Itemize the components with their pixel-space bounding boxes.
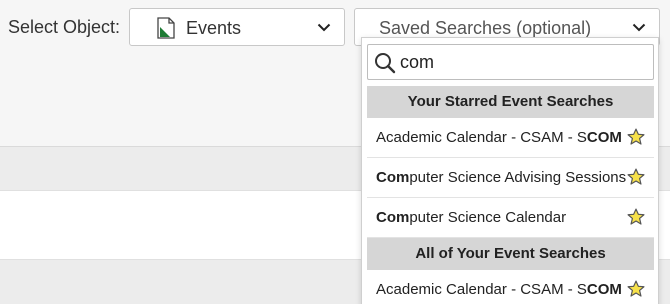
item-text-match: COM [586, 281, 622, 298]
item-text-match: Com [376, 209, 410, 226]
item-text-post: puter Science Advising Sessions [409, 169, 627, 186]
saved-searches-placeholder: Saved Searches (optional) [379, 18, 592, 38]
group-header-starred: Your Starred Event Searches [367, 86, 654, 118]
item-text-match: COM [586, 129, 622, 146]
item-text-pre: Academic Calendar - CSAM - S [376, 129, 587, 146]
object-select[interactable]: Events [129, 8, 345, 46]
item-text-pre: Academic Calendar - CSAM - S [376, 281, 587, 298]
list-item[interactable]: Academic Calendar - CSAM - SCOM [367, 270, 654, 304]
item-text-post: puter Science Calendar [409, 209, 567, 226]
star-icon[interactable] [627, 128, 645, 146]
star-icon[interactable] [627, 280, 645, 298]
select-object-label: Select Object: [8, 17, 121, 37]
list-item[interactable]: Computer Science Advising Sessions [367, 158, 654, 198]
search-input[interactable] [400, 49, 640, 75]
document-icon [157, 17, 175, 44]
saved-searches-dropdown: Your Starred Event Searches Academic Cal… [361, 37, 659, 304]
star-icon[interactable] [627, 168, 645, 186]
chevron-down-icon [632, 23, 646, 32]
search-icon [375, 53, 396, 74]
group-header-all: All of Your Event Searches [367, 238, 654, 270]
list-item[interactable]: Academic Calendar - CSAM - SCOM [367, 118, 654, 158]
item-text-match: Com [376, 169, 410, 186]
search-field[interactable] [367, 44, 654, 80]
star-icon[interactable] [627, 208, 645, 226]
chevron-down-icon [317, 23, 331, 32]
list-item[interactable]: Computer Science Calendar [367, 198, 654, 238]
object-select-value: Events [186, 18, 242, 38]
